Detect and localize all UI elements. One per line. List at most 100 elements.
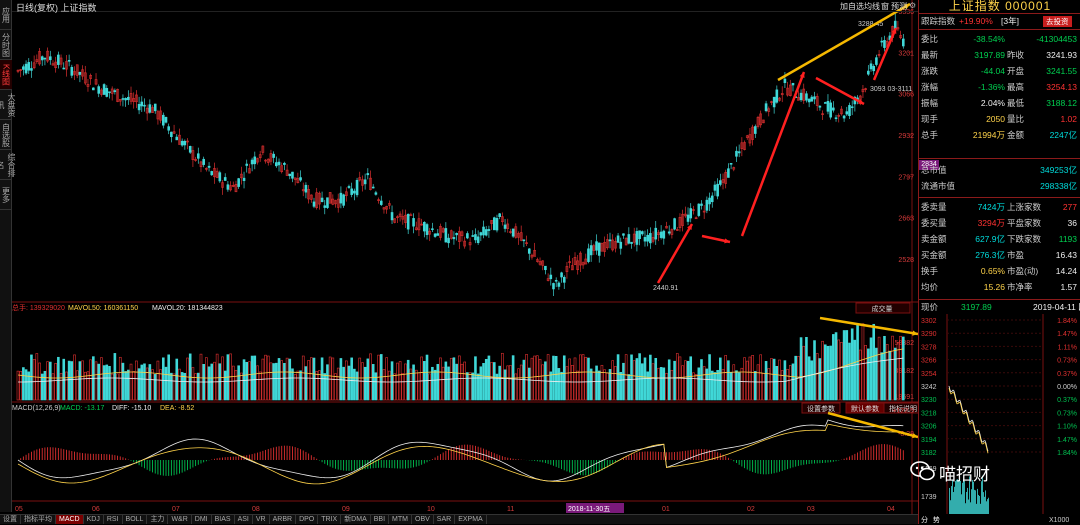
volume-bar [466, 372, 469, 401]
order-value: 16.43 [1055, 250, 1077, 260]
mini-right-axis: 0.73% [1057, 358, 1077, 365]
volume-bar [503, 369, 507, 401]
indicator-tab-7[interactable]: W&R [168, 515, 192, 524]
order-row: 卖金额 627.9亿 下跌家数 1193 [921, 232, 1079, 246]
k-line-chart[interactable]: 33363201306629322797266325282440.913288.… [12, 0, 918, 514]
indicator-tab-18[interactable]: OBV [412, 515, 434, 524]
order-label: 卖金额 [921, 234, 947, 244]
left-tab-4[interactable]: 自选股 [0, 120, 12, 150]
candle-body [842, 115, 846, 119]
track-index-value: +19.90% [959, 16, 993, 26]
volume-bar [735, 370, 738, 401]
volume-bar [272, 363, 275, 401]
candle-body [452, 237, 456, 240]
candle-body [805, 93, 808, 101]
volume-bar [498, 365, 501, 401]
left-tab-5[interactable]: 综合排名 [0, 150, 16, 180]
volume-bar [694, 374, 698, 401]
candle-body [272, 153, 275, 158]
indicator-tab-4[interactable]: RSI [104, 515, 123, 524]
indicator-tab-3[interactable]: KDJ [84, 515, 104, 524]
month-label: 07 [172, 506, 180, 513]
settings-icon[interactable]: ⚙ [907, 1, 918, 10]
candle-body [608, 239, 612, 242]
market-cap-value: 349253亿 [1040, 165, 1077, 175]
indicator-tab-19[interactable]: SAR [434, 515, 456, 524]
indicator-tab-20[interactable]: EXPMA [455, 515, 487, 524]
volume-bar [754, 371, 757, 401]
volume-bar [606, 372, 609, 401]
candle-body [716, 183, 719, 197]
quote-panel: 上证指数 000001 跟踪指数 +19.90% [3年] 去投资 委比 -38.… [918, 0, 1080, 524]
candle-body [869, 63, 873, 70]
intraday-mini-chart[interactable]: 3302 1.84% 3290 1.47% 3278 1.11% 3266 0.73% 3254… [919, 314, 1080, 524]
left-tab-1[interactable]: 分时图 [0, 30, 12, 60]
indicator-tab-8[interactable]: DMI [192, 515, 212, 524]
volume-bar [256, 365, 259, 401]
mini-right-axis: 1.47% [1057, 331, 1077, 338]
volume-bar [778, 359, 781, 401]
volume-bar [721, 369, 725, 401]
candle-body [326, 197, 329, 208]
indicator-tab-16[interactable]: BBI [371, 515, 390, 524]
volume-bar [786, 368, 789, 401]
volume-bar [382, 369, 386, 401]
volume-bar [791, 363, 795, 401]
invest-button[interactable]: 去投资 [1043, 16, 1072, 27]
volume-bar [858, 349, 862, 401]
candle-body [466, 233, 469, 239]
left-tab-3[interactable]: 大盘资讯 [0, 90, 16, 120]
indicator-tab-17[interactable]: MTM [389, 515, 412, 524]
volume-bar [81, 360, 84, 401]
candle-body [57, 54, 60, 65]
left-vertical-tabs: 应用 分时图 K线图 大盘资讯 自选股 综合排名 更多 [0, 0, 16, 512]
volume-bar [447, 366, 450, 401]
volume-bar [630, 354, 633, 401]
indicator-tab-10[interactable]: ASI [235, 515, 253, 524]
quote-value: -1.36% [978, 82, 1005, 92]
indicator-tab-1[interactable]: 指标平均 [21, 515, 56, 524]
order-value: 3294万 [977, 218, 1005, 228]
candle-body [829, 102, 832, 118]
candle-body [622, 233, 625, 236]
volume-bar [616, 354, 620, 401]
candle-body [22, 66, 25, 70]
indicator-tab-11[interactable]: VR [253, 515, 270, 524]
indicator-tab-6[interactable]: 主力 [147, 515, 169, 524]
volume-bar [810, 360, 814, 401]
indicator-tab-0[interactable]: 设置 [0, 515, 21, 524]
candle-body [202, 158, 205, 165]
candle-body [883, 40, 886, 48]
left-tab-6[interactable]: 更多 [0, 180, 12, 210]
order-row: 委卖量 7424万 上涨家数 277 [921, 200, 1079, 214]
volume-bar [759, 354, 762, 401]
candle-body [342, 194, 345, 206]
left-tab-0[interactable]: 应用 [0, 0, 12, 30]
volume-bar [283, 362, 286, 401]
indicator-tab-9[interactable]: BIAS [212, 515, 235, 524]
volume-bar [775, 366, 779, 401]
volume-bar [223, 370, 227, 401]
indicator-tab-5[interactable]: BOLL [123, 515, 148, 524]
volume-bar [312, 357, 316, 401]
volume-bar [821, 340, 824, 401]
quote-value: 2247亿 [1049, 130, 1077, 140]
candle-body [30, 68, 33, 71]
quote-label: 量比 [1007, 114, 1025, 124]
candle-body [654, 227, 658, 240]
candle-body [62, 67, 66, 70]
quote-value: -44.04 [980, 66, 1005, 76]
volume-bar [608, 369, 612, 401]
indicator-tab-14[interactable]: TRIX [318, 515, 342, 524]
candle-body [371, 186, 375, 189]
indicator-tab-12[interactable]: ARBR [270, 515, 297, 524]
order-label: 上涨家数 [1007, 202, 1042, 212]
quote-label: 最新 [921, 50, 939, 60]
indicator-tab-15[interactable]: 新DMA [341, 515, 371, 524]
forecast-button[interactable]: 预测 [889, 1, 909, 12]
candle-body [710, 195, 714, 203]
indicator-tab-2[interactable]: MACD [56, 515, 84, 524]
volume-bar [393, 373, 397, 401]
indicator-tab-13[interactable]: DPO [296, 515, 319, 524]
left-tab-2[interactable]: K线图 [0, 60, 12, 90]
